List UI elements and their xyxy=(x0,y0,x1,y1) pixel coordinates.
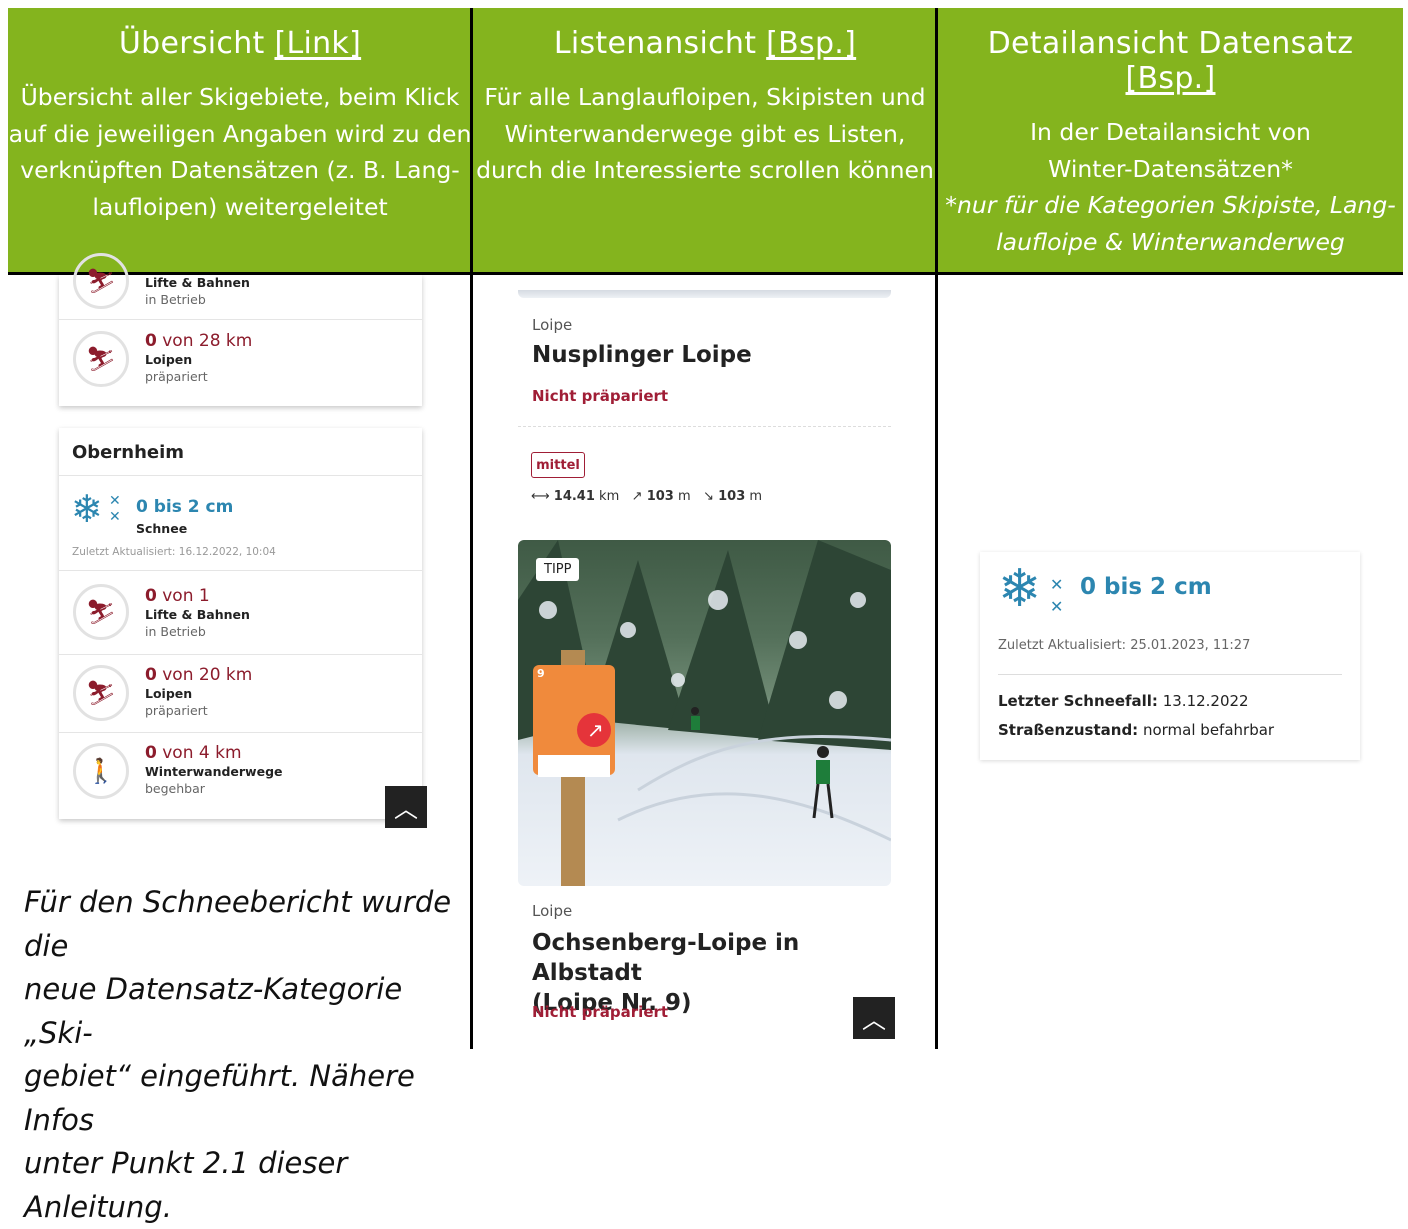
snow-label: Schnee xyxy=(136,521,188,536)
trail-photo[interactable]: ↗ 9 TIPP xyxy=(518,540,891,886)
walk-status: begehbar xyxy=(145,781,205,796)
item-category: Loipe xyxy=(532,902,573,920)
scroll-up-button[interactable]: ︿ xyxy=(385,786,427,828)
item-category: Loipe xyxy=(532,316,573,334)
cross-country-ski-icon: ⛷ xyxy=(73,665,129,721)
cross-country-ski-icon: ⛷ xyxy=(73,331,129,387)
last-updated: Zuletzt Aktualisiert: 16.12.2022, 10:04 xyxy=(72,546,276,558)
column-title: Listenansicht [Bsp.] xyxy=(553,26,857,61)
caption: Für den Schneebericht wurde die neue Date… xyxy=(24,885,452,1224)
last-updated: Zuletzt Aktualisiert: 25.01.2023, 11:27 xyxy=(998,638,1251,653)
trails-status: präpariert xyxy=(145,369,208,384)
image-edge xyxy=(518,290,891,298)
trails-value: 0 von 20 km xyxy=(145,665,253,685)
divider xyxy=(998,674,1342,675)
distance-icon: ⟷ xyxy=(531,489,550,504)
chevron-up-icon: ︿ xyxy=(394,795,418,823)
lifts-status: in Betrieb xyxy=(145,292,206,307)
hiker-icon: 🚶 xyxy=(73,743,129,799)
chevron-up-icon: ︿ xyxy=(862,1006,886,1034)
walk-label: Winterwanderwege xyxy=(145,764,283,779)
ski-area-name: Obernheim xyxy=(72,442,185,463)
trails-label: Loipen xyxy=(145,686,193,701)
trails-row[interactable]: ⛷ 0 von 20 km Loipen präpariert xyxy=(59,654,422,733)
column-title: Detailansicht Datensatz [Bsp.] xyxy=(987,26,1354,96)
link[interactable]: [Bsp.] xyxy=(766,26,856,61)
trail-stats: ⟷ 14.41 km ↗ 103 m ↘ 103 m xyxy=(531,489,763,504)
ski-lift-icon: ⛷ xyxy=(73,253,129,309)
walk-value: 0 von 4 km xyxy=(145,743,242,763)
tip-badge: TIPP xyxy=(536,558,580,581)
last-snowfall: Letzter Schneefall: 13.12.2022 xyxy=(998,692,1249,710)
column-header-detail: Detailansicht Datensatz [Bsp.] In der De… xyxy=(938,8,1403,274)
trails-row[interactable]: ⛷ 0 von 28 km Loipen präpariert xyxy=(59,319,422,405)
snow-value: 0 bis 2 cm xyxy=(1080,574,1212,600)
sign-number: 9 xyxy=(537,667,545,680)
difficulty-badge: mittel xyxy=(531,452,585,478)
lifts-value: 0 von 1 xyxy=(145,586,210,606)
snow-value: 0 bis 2 cm xyxy=(136,497,234,517)
column-header-list: Listenansicht [Bsp.] Für alle Langlauflo… xyxy=(472,8,938,274)
ski-area-title-row[interactable]: Obernheim xyxy=(59,428,422,476)
link[interactable]: [Bsp.] xyxy=(1126,61,1216,96)
item-status: Nicht präpariert xyxy=(532,1003,669,1021)
lifts-label: Lifte & Bahnen xyxy=(145,607,250,622)
snowflake-icon: ❄ ✕ ✕ xyxy=(71,487,121,531)
ski-area-card: ⛷ Lifte & Bahnen in Betrieb ⛷ 0 von 28 k… xyxy=(59,253,422,406)
column-description: Für alle Langlaufloipen, Skipisten und Wi… xyxy=(476,83,934,184)
trails-label: Loipen xyxy=(145,352,193,367)
item-status: Nicht präpariert xyxy=(532,387,669,405)
item-title: Nusplinger Loipe xyxy=(532,342,752,368)
ski-lift-icon: ⛷ xyxy=(73,584,129,640)
lifts-row[interactable]: ⛷ Lifte & Bahnen in Betrieb xyxy=(59,253,422,320)
winter-walk-row[interactable]: 🚶 0 von 4 km Winterwanderwege begehbar xyxy=(59,732,422,818)
trails-value: 0 von 28 km xyxy=(145,331,253,351)
ascent-icon: ↗ xyxy=(631,489,643,504)
column-description: Übersicht aller Skigebiete, beim Klick au… xyxy=(8,83,472,221)
arrow-up-right-icon: ↗ xyxy=(587,718,604,742)
divider xyxy=(470,8,473,1049)
link[interactable]: [Link] xyxy=(274,26,361,61)
list-item[interactable]: Loipe Ochsenberg-Loipe in Albstadt (Loipe… xyxy=(518,886,891,1049)
road-condition: Straßenzustand: normal befahrbar xyxy=(998,721,1275,739)
descent-icon: ↘ xyxy=(703,489,714,504)
column-title: Übersicht [Link] xyxy=(118,26,362,61)
lifts-status: in Betrieb xyxy=(145,624,206,639)
snowflake-icon: ❄ ✕ ✕ xyxy=(998,559,1064,619)
scroll-up-button[interactable]: ︿ xyxy=(853,997,895,1039)
ski-area-card: Obernheim ❄ ✕ ✕ 0 bis 2 cm Schnee Zuletzt … xyxy=(59,428,422,819)
column-description: In der Detailansicht von Winter-Datensätz… xyxy=(945,118,1396,256)
lifts-row[interactable]: ⛷ 0 von 1 Lifte & Bahnen in Betrieb xyxy=(59,570,422,655)
lifts-label: Lifte & Bahnen xyxy=(145,275,250,290)
trails-status: präpariert xyxy=(145,703,208,718)
photo-illustration: ↗ xyxy=(518,540,891,886)
list-item[interactable]: Loipe Nusplinger Loipe Nicht präpariert xyxy=(518,300,891,427)
column-header-overview: Übersicht [Link] Übersicht aller Skigebi… xyxy=(8,8,472,274)
weather-detail-card: ❄ ✕ ✕ 0 bis 2 cm Zuletzt Aktualisiert: 25.… xyxy=(980,552,1360,760)
divider xyxy=(935,8,938,1049)
snow-row: ❄ ✕ ✕ 0 bis 2 cm Schnee Zuletzt Aktualisie… xyxy=(59,475,422,571)
